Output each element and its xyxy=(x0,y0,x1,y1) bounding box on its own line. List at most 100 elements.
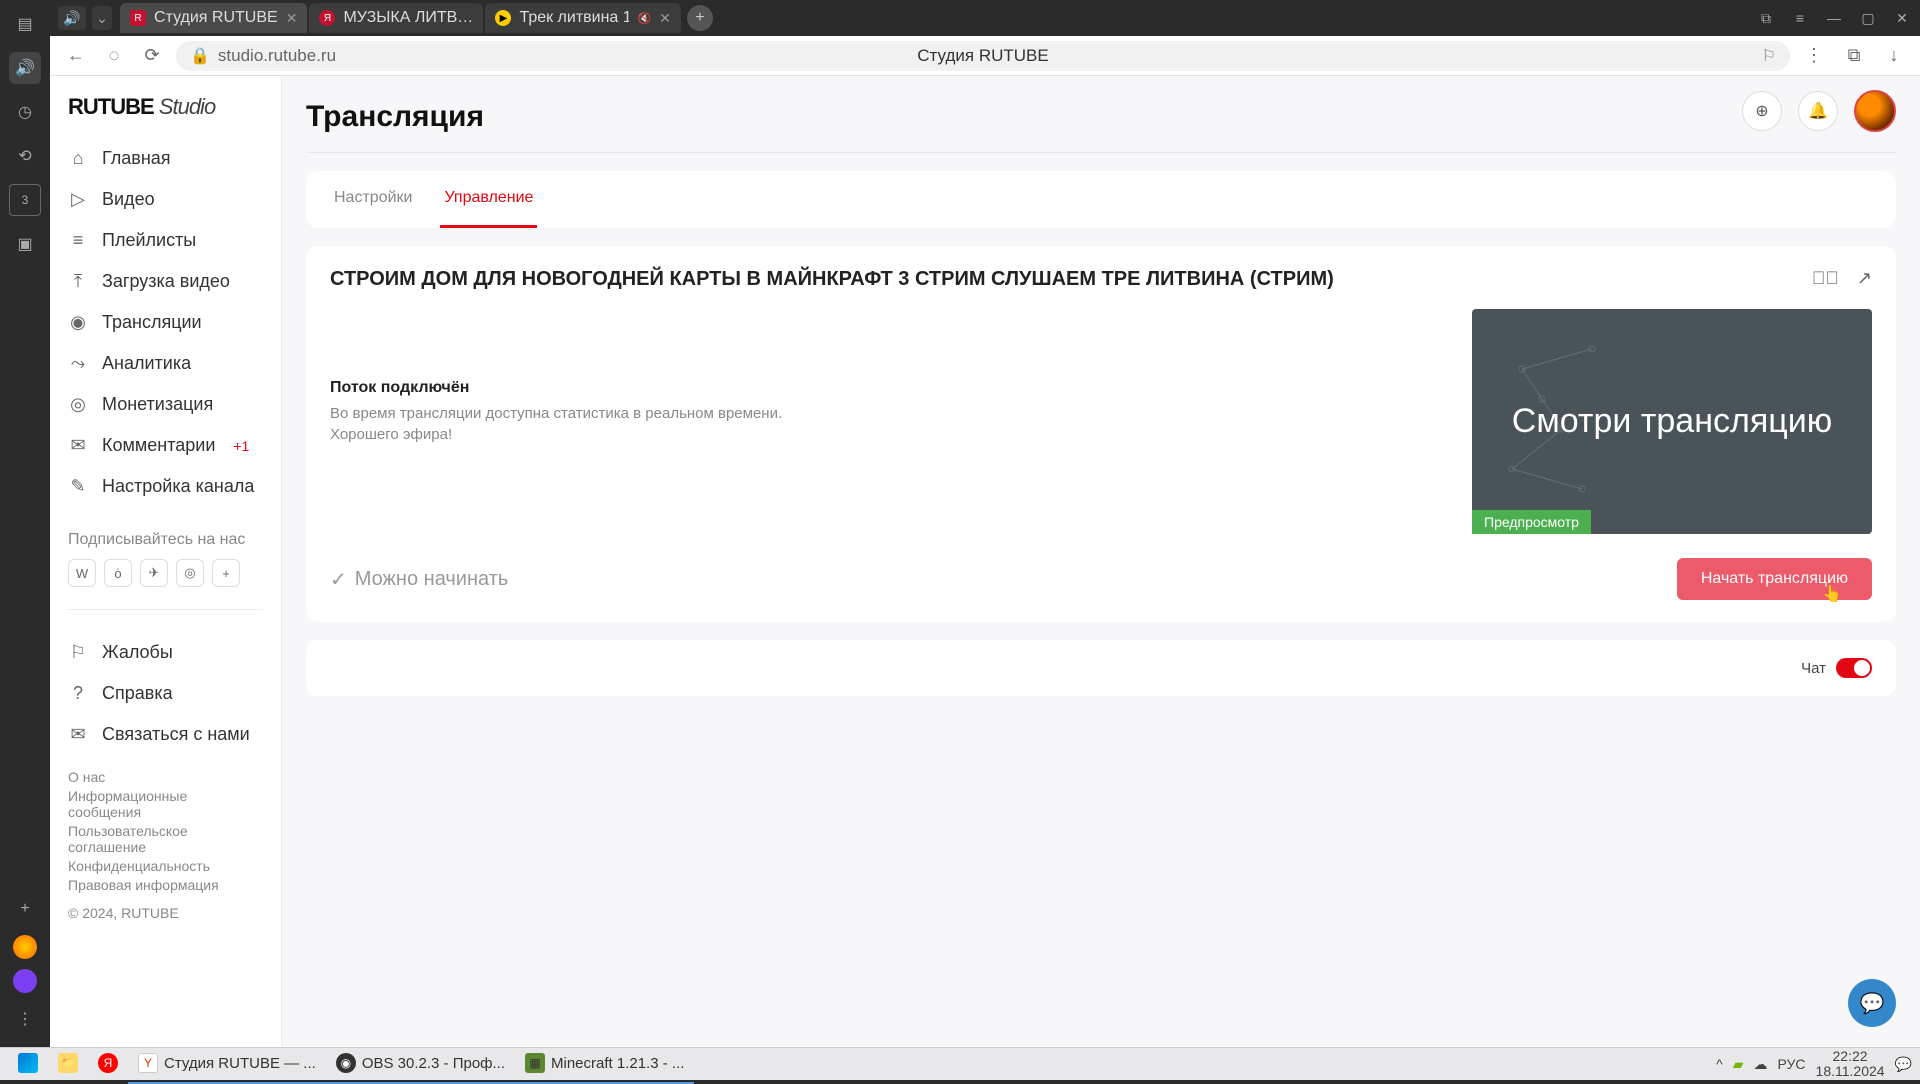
task-minecraft[interactable]: ▦Minecraft 1.21.3 - ... xyxy=(515,1044,694,1084)
main-area: ⊕ 🔔 Трансляция Настройки Управление СТРО… xyxy=(282,76,1920,1047)
stream-card: СТРОИМ ДОМ ДЛЯ НОВОГОДНЕЙ КАРТЫ В МАЙНКР… xyxy=(306,246,1896,622)
close-window-icon[interactable]: ✕ xyxy=(1892,10,1912,27)
add-content-button[interactable]: ⊕ xyxy=(1742,91,1782,131)
browser-tab-strip: 🔊 ⌄ R Студия RUTUBE ✕ Я МУЗЫКА ЛИТВИН 1 … xyxy=(50,0,1920,36)
vk-icon[interactable]: W xyxy=(68,559,96,587)
nav-label: Плейлисты xyxy=(102,230,196,251)
sidebar-item-channel-settings[interactable]: ✎Настройка канала xyxy=(50,466,281,507)
nav-label: Жалобы xyxy=(102,642,173,663)
explorer-button[interactable]: 📁 xyxy=(48,1044,88,1084)
sidebar-item-playlists[interactable]: ≡Плейлисты xyxy=(50,220,281,261)
task-browser[interactable]: YСтудия RUTUBE — ... xyxy=(128,1044,326,1084)
tab-dropdown-icon[interactable]: ⌄ xyxy=(92,6,112,30)
sidebar-item-analytics[interactable]: ⤳Аналитика xyxy=(50,343,281,384)
os-sound-icon[interactable]: 🔊 xyxy=(9,52,41,84)
os-history-icon[interactable]: ◷ xyxy=(9,96,41,128)
yandex-button[interactable]: Я xyxy=(88,1044,128,1084)
upload-icon: ⤒ xyxy=(68,272,88,292)
nav-label: Видео xyxy=(102,189,155,210)
avatar[interactable] xyxy=(1854,90,1896,132)
nav-more-icon[interactable]: ⋮ xyxy=(1800,42,1828,70)
close-icon[interactable]: ✕ xyxy=(286,10,298,27)
os-panel-icon[interactable]: ▤ xyxy=(9,8,41,40)
menu-icon[interactable]: ≡ xyxy=(1790,10,1810,27)
ok-icon[interactable]: ȯ xyxy=(104,559,132,587)
extensions-icon[interactable]: ⧉ xyxy=(1840,42,1868,70)
browser-tab-3[interactable]: ▶ Трек литвина 1 час 🔇 ✕ xyxy=(485,3,680,33)
logo-sub: Studio xyxy=(159,94,215,119)
preview-badge: Предпросмотр xyxy=(1472,510,1591,534)
address-bar[interactable]: 🔒 studio.rutube.ru Студия RUTUBE ⚐ xyxy=(176,41,1790,71)
browser-nav-bar: ← ◌ ⟳ 🔒 studio.rutube.ru Студия RUTUBE ⚐… xyxy=(50,36,1920,76)
nav-badge: +1 xyxy=(233,438,249,454)
support-fab[interactable]: 💬 xyxy=(1848,979,1896,1027)
sidebar-item-upload[interactable]: ⤒Загрузка видео xyxy=(50,261,281,302)
sidebar-item-video[interactable]: ▷Видео xyxy=(50,179,281,220)
tab-title: МУЗЫКА ЛИТВИН 1 ЧАС xyxy=(343,9,473,27)
tab-mute-icon[interactable]: 🔇 xyxy=(637,12,651,25)
tray-notifications-icon[interactable]: 💬 xyxy=(1895,1056,1912,1073)
flag-icon: ⚐ xyxy=(68,643,88,663)
tray-clock[interactable]: 22:22 18.11.2024 xyxy=(1816,1049,1885,1080)
footer-link[interactable]: Информационные сообщения xyxy=(68,788,263,820)
nav-label: Справка xyxy=(102,683,173,704)
open-external-icon[interactable]: ↗ xyxy=(1857,268,1872,289)
reload-icon[interactable]: ⟳ xyxy=(138,42,166,70)
bookmark-icon[interactable]: ⚐ xyxy=(1762,46,1776,66)
close-icon[interactable]: ✕ xyxy=(659,10,671,27)
os-more-icon[interactable]: ⋮ xyxy=(9,1003,41,1035)
start-button[interactable] xyxy=(8,1044,48,1084)
share-icon[interactable]: ⚬⃝ xyxy=(1812,268,1839,289)
telegram-icon[interactable]: ✈ xyxy=(140,559,168,587)
footer-link[interactable]: О нас xyxy=(68,769,263,785)
chat-card: Чат xyxy=(306,640,1896,696)
minimize-icon[interactable]: — xyxy=(1824,10,1844,27)
footer-link[interactable]: Правовая информация xyxy=(68,877,263,893)
tray-chevron-icon[interactable]: ^ xyxy=(1716,1056,1723,1072)
start-stream-button[interactable]: Начать трансляцию 👆 xyxy=(1677,558,1872,600)
new-tab-button[interactable]: + xyxy=(687,5,713,31)
sidebar-item-help[interactable]: ?Справка xyxy=(50,673,281,714)
tab-control[interactable]: Управление xyxy=(440,171,537,228)
taskbar: 📁 Я YСтудия RUTUBE — ... ◉OBS 30.2.3 - П… xyxy=(0,1047,1920,1080)
maximize-icon[interactable]: ▢ xyxy=(1858,10,1878,27)
sidebar-item-monetization[interactable]: ◎Монетизация xyxy=(50,384,281,425)
footer-link[interactable]: Пользовательское соглашение xyxy=(68,823,263,855)
stream-title: СТРОИМ ДОМ ДЛЯ НОВОГОДНЕЙ КАРТЫ В МАЙНКР… xyxy=(330,268,1812,291)
tray-cloud-icon[interactable]: ☁ xyxy=(1753,1056,1767,1073)
os-alice-icon[interactable] xyxy=(13,969,37,993)
stream-preview[interactable]: Смотри трансляцию Предпросмотр xyxy=(1472,309,1872,534)
tab-favicon: ▶ xyxy=(495,10,511,26)
downloads-icon[interactable]: ↓ xyxy=(1880,42,1908,70)
chat-toggle[interactable] xyxy=(1836,658,1872,678)
footer-link[interactable]: Конфиденциальность xyxy=(68,858,263,874)
tray-lang[interactable]: РУС xyxy=(1777,1056,1805,1072)
sidebar-item-streams[interactable]: ◉Трансляции xyxy=(50,302,281,343)
os-count-badge[interactable]: 3 xyxy=(9,184,41,216)
tray-nvidia-icon[interactable]: ▰ xyxy=(1733,1056,1744,1073)
ready-status: ✓ Можно начинать xyxy=(330,567,508,592)
yandex-icon[interactable]: ◌ xyxy=(100,42,128,70)
logo[interactable]: RUTUBE Studio xyxy=(50,94,281,138)
browser-tab-1[interactable]: R Студия RUTUBE ✕ xyxy=(120,3,307,33)
viber-icon[interactable]: ◎ xyxy=(176,559,204,587)
notifications-button[interactable]: 🔔 xyxy=(1798,91,1838,131)
back-icon[interactable]: ← xyxy=(62,42,90,70)
more-social-icon[interactable]: + xyxy=(212,559,240,587)
sidebar-item-contact[interactable]: ✉Связаться с нами xyxy=(50,714,281,755)
browser-tab-2[interactable]: Я МУЗЫКА ЛИТВИН 1 ЧАС xyxy=(309,3,483,33)
os-add-icon[interactable]: + xyxy=(9,893,41,925)
task-label: OBS 30.2.3 - Проф... xyxy=(362,1055,505,1072)
os-recent-icon[interactable]: ⟲ xyxy=(9,140,41,172)
social-row: W ȯ ✈ ◎ + xyxy=(50,559,281,587)
sidebar-item-complaints[interactable]: ⚐ Жалобы xyxy=(50,632,281,673)
os-yandex-icon[interactable] xyxy=(13,935,37,959)
task-obs[interactable]: ◉OBS 30.2.3 - Проф... xyxy=(326,1044,515,1084)
sidebar-item-home[interactable]: ⌂Главная xyxy=(50,138,281,179)
os-gallery-icon[interactable]: ▣ xyxy=(9,228,41,260)
tab-mute-icon[interactable]: 🔊 xyxy=(58,6,86,30)
tab-settings[interactable]: Настройки xyxy=(330,171,416,228)
sidebar-item-comments[interactable]: ✉Комментарии+1 xyxy=(50,425,281,466)
system-tray: ^ ▰ ☁ РУС 22:22 18.11.2024 💬 xyxy=(1716,1049,1912,1080)
pip-icon[interactable]: ⧉ xyxy=(1756,10,1776,27)
